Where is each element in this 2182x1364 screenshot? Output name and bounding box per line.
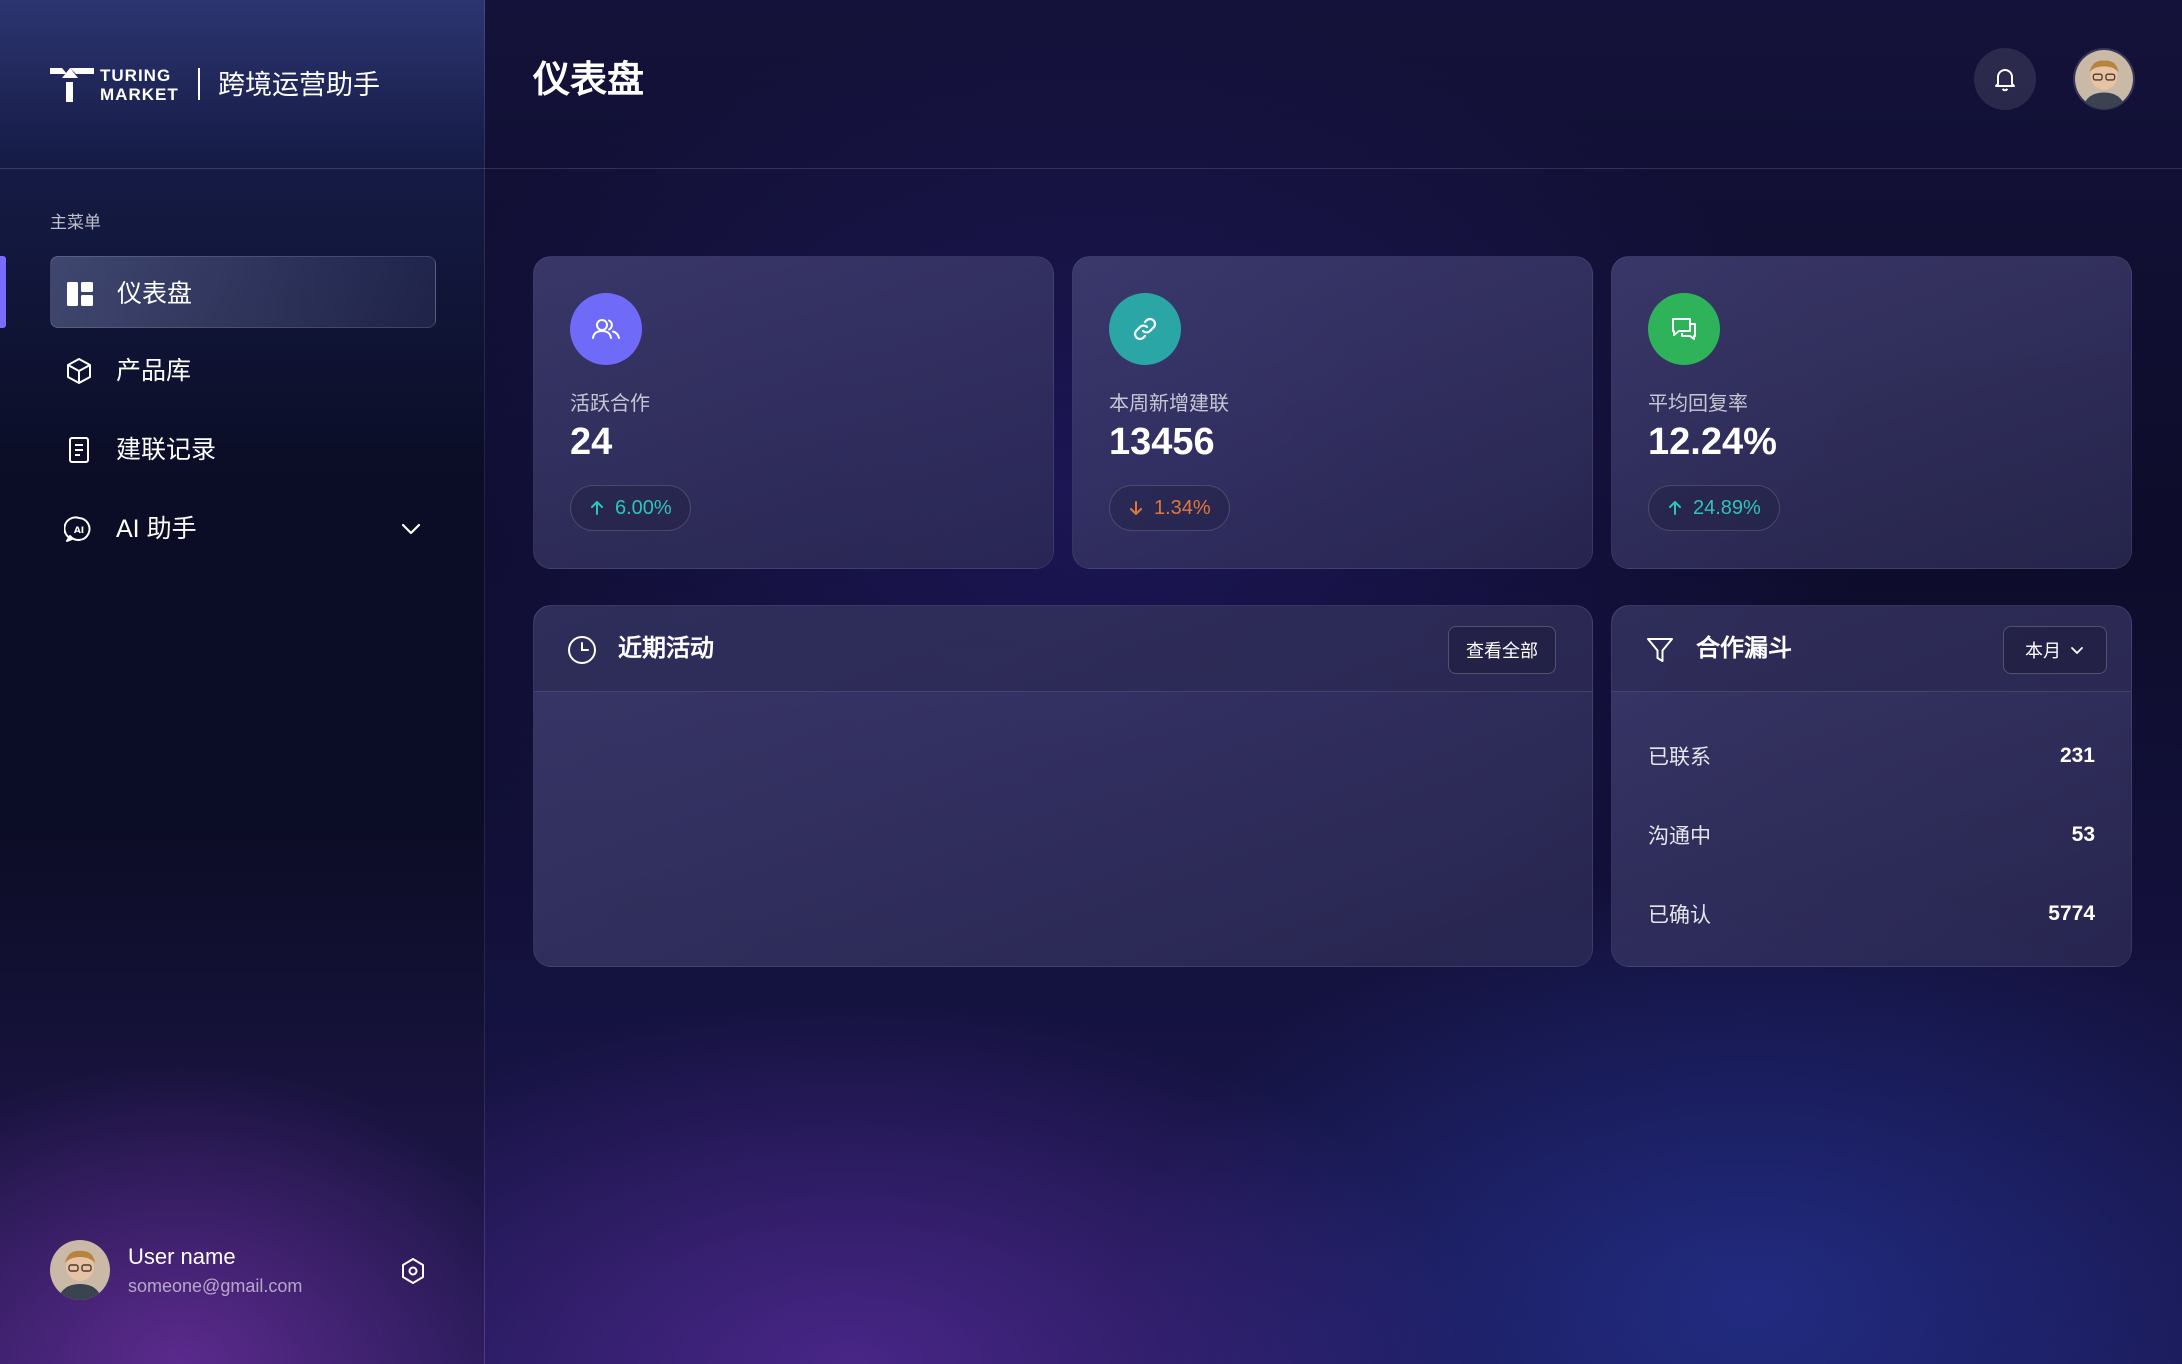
sidebar-item-label: 产品库 (116, 357, 192, 385)
recent-activity-panel: 近期活动 查看全部 (533, 605, 1593, 967)
sidebar-item-dashboard[interactable]: 仪表盘 (50, 256, 436, 328)
app-name: 跨境运营助手 (218, 70, 380, 100)
stat-icon-badge (1648, 293, 1720, 365)
funnel-row: 已联系 231 (1648, 736, 2095, 776)
svg-text:AI: AI (74, 526, 84, 536)
view-all-button[interactable]: 查看全部 (1448, 626, 1556, 674)
chevron-down-icon (2071, 647, 2083, 654)
bell-icon (1995, 69, 2015, 92)
funnel-stage-value: 5774 (2048, 902, 2095, 925)
trend-badge: 24.89% (1648, 485, 1780, 531)
brand-divider (198, 68, 200, 100)
settings-icon[interactable] (398, 1256, 428, 1286)
page-title: 仪表盘 (533, 59, 644, 100)
stat-value: 13456 (1109, 421, 1215, 463)
active-indicator (0, 256, 6, 328)
document-icon (69, 437, 89, 463)
header-avatar[interactable] (2073, 48, 2135, 110)
brand-wordmark-line1: TURING (100, 66, 172, 85)
stat-label: 本周新增建联 (1109, 393, 1229, 415)
stat-label: 平均回复率 (1648, 393, 1748, 415)
funnel-stage-value: 53 (2071, 823, 2095, 846)
user-profile: User name someone@gmail.com (50, 1240, 436, 1304)
cube-icon (67, 358, 91, 384)
sidebar: TURING MARKET 跨境运营助手 主菜单 仪表盘 产品库 建联记录 AI… (0, 0, 485, 1364)
sidebar-item-label: 建联记录 (116, 436, 217, 464)
funnel-row: 沟通中 53 (1648, 815, 2095, 855)
period-select-value: 本月 (2025, 641, 2061, 661)
funnel-row: 已确认 5774 (1648, 894, 2095, 934)
stat-card-new-outreach: 本周新增建联 13456 1.34% (1072, 256, 1593, 569)
funnel-stage-name: 沟通中 (1648, 825, 1711, 848)
trend-value: 24.89% (1693, 496, 1761, 519)
brand-header: TURING MARKET 跨境运营助手 (0, 0, 485, 169)
stat-icon-badge (1109, 293, 1181, 365)
brand-wordmark-line2: MARKET (100, 85, 179, 104)
stat-icon-badge (570, 293, 642, 365)
users-icon (592, 319, 620, 339)
sidebar-item-label: 仪表盘 (117, 280, 193, 308)
trend-badge: 1.34% (1109, 485, 1230, 531)
arrow-up-icon (1669, 501, 1681, 515)
stat-label: 活跃合作 (570, 393, 650, 415)
trend-badge: 6.00% (570, 485, 691, 531)
user-avatar-icon (50, 1240, 110, 1300)
turing-market-logo-icon (50, 68, 94, 102)
filter-icon (1647, 638, 1673, 662)
top-bar: 仪表盘 (485, 0, 2182, 169)
arrow-up-icon (591, 501, 603, 515)
period-select[interactable]: 本月 (2003, 626, 2107, 674)
chat-icon (1672, 318, 1696, 340)
sidebar-item-label: AI 助手 (116, 515, 197, 543)
ai-chat-icon: AI (64, 516, 91, 542)
stat-card-active-partnerships: 活跃合作 24 6.00% (533, 256, 1054, 569)
trend-value: 6.00% (615, 496, 672, 519)
sidebar-item-products[interactable]: 产品库 (50, 334, 436, 406)
funnel-stage-value: 231 (2059, 744, 2095, 767)
user-avatar-icon (2075, 50, 2133, 108)
brand-wordmark: TURING MARKET (100, 66, 179, 104)
sidebar-item-ai-assistant[interactable]: AI AI 助手 (50, 492, 436, 564)
user-email: someone@gmail.com (128, 1276, 303, 1296)
funnel-stage-name: 已联系 (1648, 746, 1711, 769)
stat-value: 24 (570, 421, 613, 463)
panel-header: 合作漏斗 本月 (1612, 606, 2131, 692)
funnel-stage-name: 已确认 (1648, 904, 1711, 927)
stat-card-reply-rate: 平均回复率 12.24% 24.89% (1611, 256, 2132, 569)
link-icon (1133, 317, 1157, 341)
notifications-button[interactable] (1974, 48, 2036, 110)
panel-header: 近期活动 查看全部 (534, 606, 1592, 692)
panel-title: 近期活动 (618, 635, 714, 662)
sidebar-item-outreach-records[interactable]: 建联记录 (50, 413, 436, 485)
user-name: User name (128, 1244, 236, 1269)
dashboard-icon (67, 282, 93, 306)
clock-icon (568, 636, 596, 664)
avatar[interactable] (50, 1240, 110, 1300)
trend-value: 1.34% (1154, 496, 1211, 519)
arrow-down-icon (1130, 501, 1142, 515)
chevron-down-icon[interactable] (398, 516, 424, 542)
panel-title: 合作漏斗 (1696, 635, 1792, 662)
menu-section-label: 主菜单 (50, 213, 101, 232)
stat-value: 12.24% (1648, 421, 1777, 463)
partnership-funnel-panel: 合作漏斗 本月 已联系 231 沟通中 53 已确认 5774 (1611, 605, 2132, 967)
